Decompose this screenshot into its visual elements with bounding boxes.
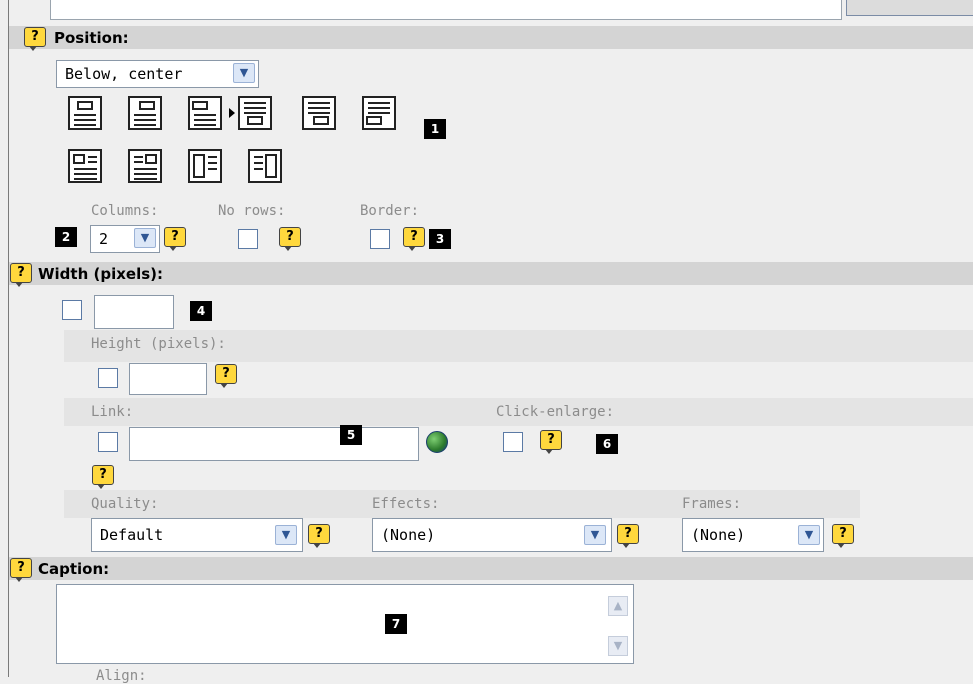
height-input[interactable] [129,363,207,395]
position-intext-right-icon[interactable] [68,149,102,183]
frames-help-icon[interactable]: ? [832,524,854,548]
position-help-icon[interactable]: ? [24,27,46,51]
position-above-center-icon[interactable] [68,96,102,130]
position-above-left-icon[interactable] [188,96,222,130]
position-below-right-icon[interactable] [302,96,336,130]
click-enlarge-checkbox[interactable] [503,432,523,452]
border-label: Border: [360,203,420,219]
click-enlarge-label: Click-enlarge: [496,404,615,420]
position-below-center-icon[interactable] [238,96,272,130]
dropdown-arrow-icon[interactable]: ▼ [233,63,255,83]
no-rows-label: No rows: [218,203,286,219]
callout-5: 5 [340,425,362,445]
callout-6: 6 [596,434,618,454]
effects-label: Effects: [372,496,440,512]
previous-field-input[interactable] [50,0,842,20]
position-beside-text-left-icon[interactable] [248,149,282,183]
scroll-up-icon[interactable]: ▲ [608,596,628,616]
caption-help-icon[interactable]: ? [10,558,32,582]
link-checkbox[interactable] [98,432,118,452]
width-input[interactable] [94,295,174,329]
position-intext-left-icon[interactable] [128,149,162,183]
position-below-left-icon[interactable] [362,96,396,130]
caption-textarea[interactable] [56,584,634,664]
click-enlarge-help-icon[interactable]: ? [540,430,562,454]
position-select[interactable]: Below, center [56,60,259,88]
border-help-icon[interactable]: ? [403,227,425,251]
selected-indicator-icon [229,108,235,118]
frames-label: Frames: [682,496,742,512]
callout-1: 1 [424,119,446,139]
callout-2: 2 [55,227,77,247]
frames-select-value: (None) [691,526,746,544]
dropdown-arrow-icon[interactable]: ▼ [275,525,297,545]
quality-select[interactable]: Default [91,518,303,552]
width-title: Width (pixels): [38,265,164,283]
no-rows-help-icon[interactable]: ? [279,227,301,251]
link-help-icon[interactable]: ? [92,465,114,489]
link-browser-globe-icon[interactable] [426,431,448,453]
dropdown-arrow-icon[interactable]: ▼ [584,525,606,545]
effects-select-value: (None) [381,526,436,544]
align-label: Align: [96,668,147,684]
width-help-icon[interactable]: ? [10,263,32,287]
quality-select-value: Default [100,526,164,544]
link-label: Link: [91,404,134,420]
position-title: Position: [54,29,129,47]
height-help-icon[interactable]: ? [215,364,237,388]
position-beside-text-right-icon[interactable] [188,149,222,183]
width-checkbox[interactable] [62,300,82,320]
no-rows-checkbox[interactable] [238,229,258,249]
border-checkbox[interactable] [370,229,390,249]
effects-select[interactable]: (None) [372,518,612,552]
columns-help-icon[interactable]: ? [164,227,186,251]
quality-help-icon[interactable]: ? [308,524,330,548]
callout-7: 7 [385,614,407,634]
caption-section-header [9,557,973,580]
position-above-right-icon[interactable] [128,96,162,130]
columns-select-value: 2 [99,230,109,248]
scroll-down-icon[interactable]: ▼ [608,636,628,656]
dropdown-arrow-icon[interactable]: ▼ [798,525,820,545]
columns-label: Columns: [91,203,159,219]
position-section-header [9,26,973,49]
height-checkbox[interactable] [98,368,118,388]
height-label: Height (pixels): [91,336,226,352]
previous-field-button[interactable] [846,0,973,16]
caption-title: Caption: [38,560,110,578]
position-select-value: Below, center [65,65,183,83]
callout-3: 3 [429,229,451,249]
effects-help-icon[interactable]: ? [617,524,639,548]
quality-label: Quality: [91,496,159,512]
dropdown-arrow-icon[interactable]: ▼ [134,228,156,248]
link-input[interactable] [129,427,419,461]
callout-4: 4 [190,301,212,321]
